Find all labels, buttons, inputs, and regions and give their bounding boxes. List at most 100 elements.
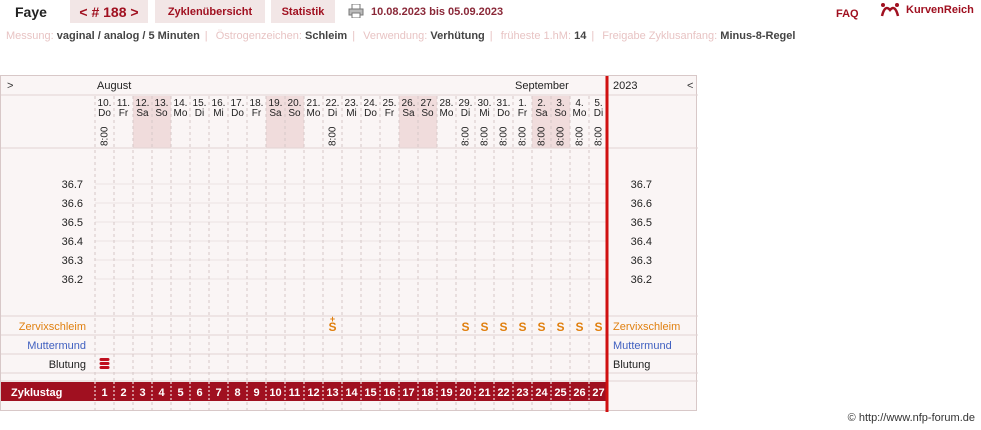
mucus-symbol: S [556, 320, 564, 334]
temp-tick-right: 36.6 [631, 198, 652, 210]
day-weekday-label: Fr [385, 108, 395, 119]
month-label-august: August [97, 80, 131, 92]
measurement-time: 8:00 [518, 126, 529, 146]
cycle-day-number: 3 [139, 387, 145, 399]
cycle-day-number: 7 [215, 387, 221, 399]
tab-cycle-overview[interactable]: Zyklenübersicht [155, 0, 265, 23]
day-weekday-label: Do [231, 108, 244, 119]
cycle-day-number: 5 [177, 387, 183, 399]
cycle-day-number: 6 [196, 387, 202, 399]
top-bar: Faye < # 188 > Zyklenübersicht Statistik… [0, 0, 981, 24]
day-weekday-label: So [288, 108, 301, 119]
cycle-day-number: 4 [158, 387, 165, 399]
cycle-day-number: 27 [592, 387, 604, 399]
day-weekday-label: Sa [136, 108, 149, 119]
temp-tick-left: 36.5 [62, 217, 83, 229]
cycle-day-number: 20 [459, 387, 471, 399]
row-label-cervix-right: Muttermund [613, 340, 672, 352]
day-weekday-label: Do [364, 108, 377, 119]
day-weekday-label: Fr [252, 108, 262, 119]
temp-tick-right: 36.2 [631, 274, 652, 286]
bleeding-mark [99, 362, 110, 365]
cycle-info-line: Messung: vaginal / analog / 5 Minuten | Ö… [6, 30, 796, 42]
day-weekday-label: Sa [535, 108, 548, 119]
nav-right-button[interactable]: < [687, 80, 693, 92]
cycle-day-number: 19 [440, 387, 452, 399]
day-weekday-label: Fr [119, 108, 129, 119]
row-label-cervical-mucus-right: Zervixschleim [613, 321, 680, 333]
row-label-cervical-mucus: Zervixschleim [19, 321, 86, 333]
cycle-day-number: 22 [497, 387, 509, 399]
faq-link[interactable]: FAQ [836, 2, 859, 26]
temp-tick-right: 36.3 [631, 255, 652, 267]
measurement-time: 8:00 [480, 126, 491, 146]
cycle-day-number: 12 [307, 387, 319, 399]
cycle-nav: < # 188 > [70, 0, 148, 23]
kurvenreich-logo-icon [880, 3, 900, 17]
cycle-day-number: 8 [234, 387, 240, 399]
measurement-time: 8:00 [537, 126, 548, 146]
temp-tick-right: 36.4 [631, 236, 652, 248]
day-weekday-label: Di [195, 108, 204, 119]
user-name: Faye [15, 4, 47, 20]
mucus-symbol: S [480, 320, 488, 334]
cycle-day-number: 16 [383, 387, 395, 399]
cycle-day-number: 11 [289, 387, 301, 399]
info-value-estrogen: Schleim [305, 30, 348, 42]
info-key-release-rule: Freigabe Zyklusanfang: [602, 30, 718, 42]
nav-left-button[interactable]: > [7, 80, 13, 92]
day-weekday-label: So [421, 108, 434, 119]
day-weekday-label: Do [497, 108, 510, 119]
bleeding-mark [99, 366, 110, 369]
copyright: © http://www.nfp-forum.de [847, 412, 975, 424]
cycle-day-number: 26 [573, 387, 585, 399]
row-label-bleeding: Blutung [49, 359, 86, 371]
tab-statistics[interactable]: Statistik [271, 0, 335, 23]
mucus-symbol: S [594, 320, 602, 334]
info-key-estrogen: Östrogenzeichen: [215, 30, 302, 42]
cycle-day-number: 10 [269, 387, 281, 399]
measurement-time: 8:00 [594, 126, 605, 146]
day-weekday-label: Mi [346, 108, 357, 119]
month-label-september: September [515, 80, 569, 92]
info-value-earliest-hm: 14 [574, 30, 587, 42]
temp-tick-right: 36.7 [631, 179, 652, 191]
row-label-cycle-day: Zyklustag [11, 387, 62, 399]
temp-tick-left: 36.2 [62, 274, 83, 286]
day-weekday-label: Mo [174, 108, 188, 119]
temp-tick-left: 36.4 [62, 236, 83, 248]
info-value-measurement: vaginal / analog / 5 Minuten [56, 30, 200, 42]
cycle-chart: > August September 2023 <10. Do 8:00 1 11. Fr 2 12.… [0, 75, 698, 412]
next-cycle-button[interactable]: > [130, 4, 138, 20]
cycle-day-number: 17 [402, 387, 414, 399]
cycle-day-number: 2 [120, 387, 126, 399]
cycle-day-number: 18 [421, 387, 433, 399]
prev-cycle-button[interactable]: < [79, 4, 87, 20]
cycle-day-number: 24 [535, 387, 548, 399]
kurvenreich-logo[interactable]: KurvenReich [880, 0, 974, 20]
info-value-release-rule: Minus-8-Regel [720, 30, 796, 42]
cycle-chart-svg: > August September 2023 <10.Do8:00111.Fr212.… [1, 76, 698, 412]
temp-tick-left: 36.3 [62, 255, 83, 267]
measurement-time: 8:00 [499, 126, 510, 146]
cycle-day-number: 14 [345, 387, 358, 399]
measurement-time: 8:00 [575, 126, 586, 146]
cycle-day-number: 1 [101, 387, 107, 399]
printer-icon[interactable] [348, 3, 364, 19]
cycle-number: # 188 [91, 4, 127, 20]
day-weekday-label: Di [594, 108, 603, 119]
day-weekday-label: Sa [269, 108, 282, 119]
year-label: 2023 [613, 80, 637, 92]
cycle-day-number: 25 [554, 387, 566, 399]
day-weekday-label: Mo [307, 108, 321, 119]
day-weekday-label: Mo [440, 108, 454, 119]
day-weekday-label: Di [461, 108, 470, 119]
mucus-symbol: S [499, 320, 507, 334]
mucus-symbol: S [518, 320, 526, 334]
day-weekday-label: Fr [518, 108, 528, 119]
mucus-symbol: S [461, 320, 469, 334]
temp-tick-right: 36.5 [631, 217, 652, 229]
day-weekday-label: So [554, 108, 567, 119]
cycle-day-number: 23 [516, 387, 528, 399]
cycle-day-number: 13 [326, 387, 338, 399]
